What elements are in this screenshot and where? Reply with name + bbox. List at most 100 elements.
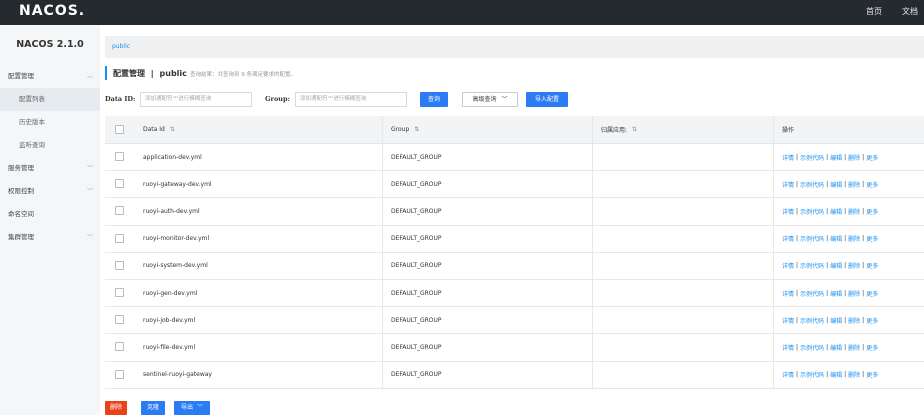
sidebar-item-listener-query[interactable]: 监听查询: [0, 134, 100, 157]
sample-code-link[interactable]: 示例代码: [800, 180, 824, 189]
header-dataid[interactable]: Data Id ⇅: [143, 116, 175, 143]
action-separator: |: [826, 371, 829, 379]
detail-link[interactable]: 详情: [782, 261, 794, 270]
table-row: ruoyi-gen-dev.yml DEFAULT_GROUP 详情 | 示例代码 | 编辑…: [105, 279, 924, 308]
edit-link[interactable]: 编辑: [830, 207, 842, 216]
sidebar-item-service-management[interactable]: 服务管理 ﹀: [0, 157, 100, 180]
column-divider: [592, 171, 593, 198]
table-row: ruoyi-system-dev.yml DEFAULT_GROUP 详情 | 示例代码…: [105, 252, 924, 280]
delete-link[interactable]: 删除: [848, 153, 860, 162]
import-config-button[interactable]: 导入配置: [526, 92, 568, 107]
sidebar-item-namespace[interactable]: 命名空间: [0, 203, 100, 226]
nav-docs-link[interactable]: 文档: [902, 6, 918, 17]
more-link[interactable]: 更多: [866, 261, 878, 270]
sort-icon[interactable]: ⇅: [170, 126, 175, 133]
delete-link[interactable]: 删除: [848, 261, 860, 270]
sample-code-link[interactable]: 示例代码: [800, 261, 824, 270]
more-link[interactable]: 更多: [866, 153, 878, 162]
detail-link[interactable]: 详情: [782, 234, 794, 243]
more-link[interactable]: 更多: [866, 289, 878, 298]
detail-link[interactable]: 详情: [782, 316, 794, 325]
action-separator: |: [862, 207, 865, 215]
delete-link[interactable]: 删除: [848, 289, 860, 298]
column-divider: [773, 171, 774, 198]
row-checkbox[interactable]: [115, 315, 124, 325]
delete-link[interactable]: 删除: [848, 207, 860, 216]
row-checkbox[interactable]: [115, 179, 124, 189]
more-link[interactable]: 更多: [866, 316, 878, 325]
row-checkbox[interactable]: [115, 152, 124, 161]
detail-link[interactable]: 详情: [782, 153, 794, 162]
advanced-query-button[interactable]: 高级查询 ﹀: [462, 92, 518, 107]
group-search-input[interactable]: 添加通配符'*'进行模糊查询: [295, 92, 407, 107]
search-button[interactable]: 查询: [420, 92, 448, 107]
sidebar-item-cluster-management[interactable]: 集群管理 ﹀: [0, 226, 100, 249]
sort-icon[interactable]: ⇅: [414, 126, 419, 133]
detail-link[interactable]: 详情: [782, 180, 794, 189]
action-separator: |: [796, 180, 799, 188]
more-link[interactable]: 更多: [866, 180, 878, 189]
delete-link[interactable]: 删除: [848, 234, 860, 243]
delete-link[interactable]: 删除: [848, 343, 860, 352]
sort-icon[interactable]: ⇅: [632, 126, 637, 133]
detail-link[interactable]: 详情: [782, 289, 794, 298]
header-group[interactable]: Group ⇅: [391, 116, 419, 143]
edit-link[interactable]: 编辑: [830, 316, 842, 325]
chevron-down-icon: ﹀: [86, 188, 93, 195]
delete-link[interactable]: 删除: [848, 370, 860, 379]
header-app[interactable]: 归属应用: ⇅: [601, 116, 637, 143]
clone-button[interactable]: 克隆: [141, 401, 165, 415]
action-separator: |: [826, 289, 829, 297]
sample-code-link[interactable]: 示例代码: [800, 207, 824, 216]
edit-link[interactable]: 编辑: [830, 343, 842, 352]
detail-link[interactable]: 详情: [782, 343, 794, 352]
sidebar-item-access-control[interactable]: 权限控制 ﹀: [0, 180, 100, 203]
sidebar-item-history[interactable]: 历史版本: [0, 111, 100, 134]
dataid-search-input[interactable]: 添加通配符'*'进行模糊查询: [140, 92, 252, 107]
more-link[interactable]: 更多: [866, 207, 878, 216]
namespace-link-public[interactable]: public: [112, 43, 130, 50]
edit-link[interactable]: 编辑: [830, 153, 842, 162]
more-link[interactable]: 更多: [866, 343, 878, 352]
sidebar-item-config-management[interactable]: 配置管理 ︿: [0, 65, 100, 88]
more-link[interactable]: 更多: [866, 370, 878, 379]
edit-link[interactable]: 编辑: [830, 289, 842, 298]
edit-link[interactable]: 编辑: [830, 180, 842, 189]
nacos-logo[interactable]: NACOS.: [19, 3, 85, 19]
action-separator: |: [844, 235, 847, 243]
edit-link[interactable]: 编辑: [830, 234, 842, 243]
table-body: application-dev.yml DEFAULT_GROUP 详情 | 示例代码 |…: [105, 144, 924, 389]
batch-delete-button[interactable]: 删除: [105, 401, 127, 415]
sample-code-link[interactable]: 示例代码: [800, 289, 824, 298]
cell-group: DEFAULT_GROUP: [391, 262, 442, 270]
more-link[interactable]: 更多: [866, 234, 878, 243]
row-checkbox[interactable]: [115, 260, 124, 270]
sample-code-link[interactable]: 示例代码: [800, 153, 824, 162]
sample-code-link[interactable]: 示例代码: [800, 343, 824, 352]
nav-home-link[interactable]: 首页: [866, 6, 882, 17]
sample-code-link[interactable]: 示例代码: [800, 234, 824, 243]
row-checkbox[interactable]: [115, 206, 124, 216]
sidebar: NACOS 2.1.0 配置管理 ︿ 配置列表 历史版本 监听查询 服务管理 ﹀…: [0, 25, 100, 415]
delete-link[interactable]: 删除: [848, 180, 860, 189]
detail-link[interactable]: 详情: [782, 207, 794, 216]
export-button[interactable]: 导出 ﹀: [174, 401, 210, 415]
row-checkbox[interactable]: [115, 233, 124, 243]
sidebar-item-config-list[interactable]: 配置列表: [0, 88, 100, 111]
row-checkbox[interactable]: [115, 342, 124, 352]
cell-dataid: ruoyi-gen-dev.yml: [143, 289, 198, 297]
action-separator: |: [844, 316, 847, 324]
column-divider: [773, 198, 774, 225]
sample-code-link[interactable]: 示例代码: [800, 316, 824, 325]
cell-group: DEFAULT_GROUP: [391, 235, 442, 243]
row-checkbox[interactable]: [115, 287, 124, 297]
edit-link[interactable]: 编辑: [830, 370, 842, 379]
action-separator: |: [862, 371, 865, 379]
select-all-checkbox[interactable]: [115, 125, 124, 134]
detail-link[interactable]: 详情: [782, 370, 794, 379]
delete-link[interactable]: 删除: [848, 316, 860, 325]
sidebar-item-label: 配置列表: [19, 95, 45, 103]
edit-link[interactable]: 编辑: [830, 261, 842, 270]
row-checkbox[interactable]: [115, 369, 124, 379]
sample-code-link[interactable]: 示例代码: [800, 370, 824, 379]
